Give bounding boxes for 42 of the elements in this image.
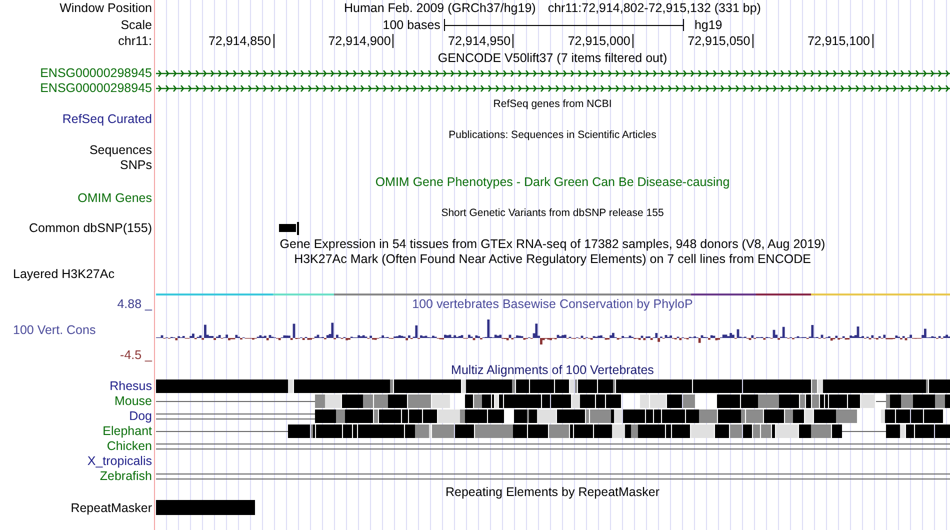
track-title: Publications: Sequences in Scientific Articles [448,130,656,140]
species-label[interactable]: Mouse [114,395,152,408]
ruler-tick: 72,915,000 [568,34,634,48]
chromosome-label: chr11: [118,35,152,48]
axis-max-label: 4.88 _ [117,298,152,310]
track-title: Gene Expression in 54 tissues from GTEx RNA-seq of 17382 samples, 948 donors (V8, Aug 2019) [280,238,826,250]
window-position-label: Window Position [60,2,152,15]
track-label[interactable]: Layered H3K27Ac [13,268,114,280]
ruler-tick: 72,915,100 [807,34,873,48]
track-title: H3K27Ac Mark (Often Found Near Active Regulatory Elements) on 7 cell lines from ENCODE [294,253,811,266]
gene-label[interactable]: ENSG00000298945 [40,82,152,95]
scale-length: 100 bases [382,18,440,32]
gene-label[interactable]: ENSG00000298945 [40,67,152,80]
track-title: Short Genetic Variants from dbSNP release 155 [441,208,664,219]
scale-label: Scale [120,18,152,32]
track-label[interactable]: Common dbSNP(155) [29,222,152,235]
ruler-tick: 72,915,050 [688,34,754,48]
track-label[interactable]: Sequences [89,144,152,157]
species-label[interactable]: Rhesus [110,380,152,393]
track-title: RefSeq genes from NCBI [493,98,612,110]
ruler-tick: 72,914,950 [448,34,514,48]
axis-min-label: -4.5 _ [120,348,152,361]
position-text: chr11:72,914,802-72,915,132 (331 bp) [548,2,761,15]
species-label[interactable]: X_tropicalis [87,455,152,468]
track-title: Repeating Elements by RepeatMasker [445,486,660,498]
track-title: Multiz Alignments of 100 Vertebrates [451,364,654,377]
track-label[interactable]: RepeatMasker [70,502,152,514]
track-label[interactable]: SNPs [120,159,152,172]
species-label[interactable]: Zebrafish [100,470,152,483]
track-label[interactable]: RefSeq Curated [62,113,152,126]
scale-assembly: hg19 [694,18,722,32]
track-label[interactable]: 100 Vert. Cons [13,324,96,336]
ruler-tick: 72,914,850 [208,34,274,48]
species-label[interactable]: Chicken [106,440,152,453]
species-label[interactable]: Dog [129,410,152,423]
track-title: 100 vertebrates Basewise Conservation by PhyloP [412,298,693,310]
species-label[interactable]: Elephant [102,425,152,438]
track-title: GENCODE V50lift37 (7 items filtered out) [438,52,668,64]
track-label[interactable]: OMIM Genes [78,192,152,205]
ruler-tick: 72,914,900 [328,34,394,48]
track-title: OMIM Gene Phenotypes - Dark Green Can Be Disease-causing [375,176,730,188]
assembly-name: Human Feb. 2009 (GRCh37/hg19) [344,2,536,15]
